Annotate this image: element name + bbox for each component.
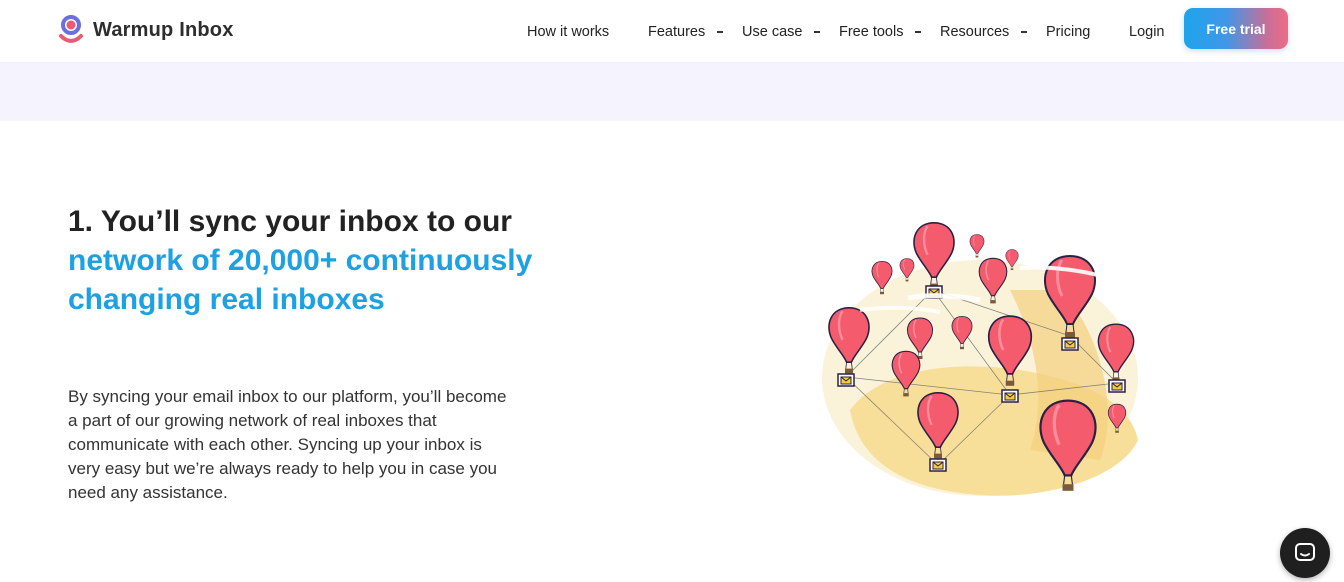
nav-features[interactable]: Features xyxy=(648,24,705,40)
chat-widget-button[interactable] xyxy=(1280,528,1330,578)
caret-down-icon[interactable] xyxy=(814,31,820,33)
caret-down-icon[interactable] xyxy=(1021,31,1027,33)
hero-band xyxy=(0,62,1344,121)
nav-pricing[interactable]: Pricing xyxy=(1046,24,1090,40)
section-description: By syncing your email inbox to our platf… xyxy=(68,387,507,502)
free-trial-button[interactable]: Free trial xyxy=(1184,8,1288,49)
hot-air-balloons-network-illustration xyxy=(822,221,1138,496)
nav-use-case[interactable]: Use case xyxy=(742,24,802,40)
brand-name: Warmup Inbox xyxy=(93,18,234,41)
brand-logo[interactable]: Warmup Inbox xyxy=(58,14,234,46)
chat-bubble-icon xyxy=(1295,543,1315,561)
section-heading: 1. You’ll sync your inbox to our network… xyxy=(68,202,538,319)
login-link[interactable]: Login xyxy=(1129,24,1164,40)
nav-resources[interactable]: Resources xyxy=(940,24,1009,40)
nav-how-it-works[interactable]: How it works xyxy=(527,24,609,40)
nav-free-tools[interactable]: Free tools xyxy=(839,24,903,40)
caret-down-icon[interactable] xyxy=(915,31,921,33)
site-header: Warmup Inbox How it works Features Use c… xyxy=(0,0,1344,62)
heading-dark-part: 1. You’ll sync your inbox to our xyxy=(68,205,512,238)
warmup-inbox-logo-icon xyxy=(59,15,83,43)
caret-down-icon[interactable] xyxy=(717,31,723,33)
heading-highlight: network of 20,000+ continuously changing… xyxy=(68,244,533,316)
